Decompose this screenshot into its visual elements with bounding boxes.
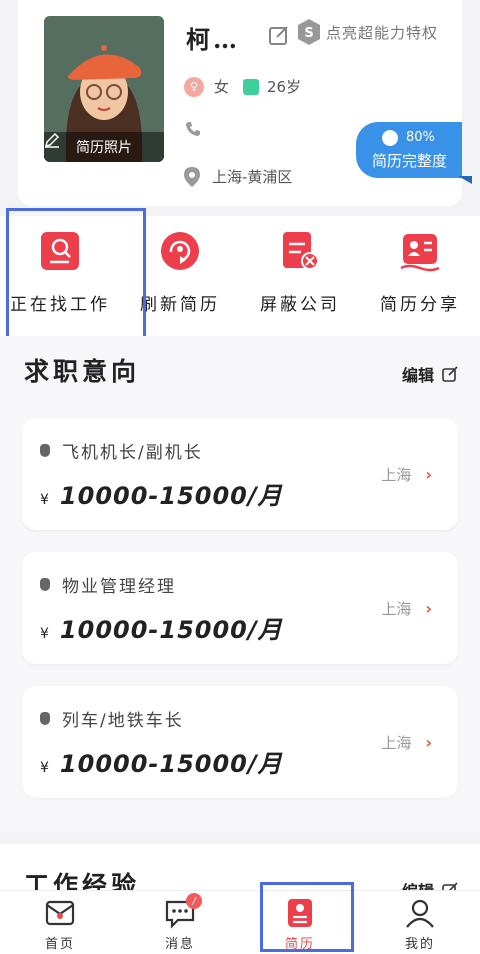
user-name: 柯… — [186, 25, 240, 54]
gender: 女 — [214, 78, 230, 96]
resume-completion-badge[interactable]: 80% 简历完整度 — [356, 122, 462, 178]
photo-label: 简历照片 — [44, 132, 164, 162]
bag-icon — [40, 444, 50, 457]
chevron-right-icon: › — [425, 733, 432, 752]
age: 26岁 — [267, 78, 302, 96]
s-shield-icon: S — [298, 19, 320, 45]
city-label: 上海 — [381, 600, 412, 618]
profile-icon — [404, 897, 436, 929]
edit-icon — [442, 366, 458, 382]
phone-icon — [186, 122, 200, 136]
badge-text: 点亮超能力特权 — [326, 23, 439, 42]
nav-messages[interactable]: / 消息 — [120, 893, 240, 952]
section-title: 求职意向 — [24, 357, 141, 386]
action-block-company[interactable]: 屏蔽公司 — [240, 230, 360, 315]
salary: ¥10000-15000/月 — [40, 744, 283, 779]
gender-icon: ♀ — [184, 76, 204, 97]
job-intent-card[interactable]: 飞机机长/副机长 ¥10000-15000/月 上海 › — [22, 418, 458, 530]
resume-photo[interactable]: 简历照片 — [44, 16, 164, 162]
location-row: 上海-黄浦区 — [184, 166, 292, 187]
job-title: 物业管理经理 — [62, 577, 176, 597]
job-title-row: 列车/地铁车长 — [40, 706, 184, 731]
currency: ¥ — [40, 760, 50, 776]
nav-profile[interactable]: 我的 — [360, 897, 480, 952]
bag-icon — [40, 578, 50, 591]
edit-intent-button[interactable]: 编辑 — [402, 362, 458, 386]
location-pin-icon — [184, 166, 200, 187]
job-title-row: 飞机机长/副机长 — [40, 438, 203, 463]
chevron-right-icon: › — [425, 599, 432, 618]
action-share-resume[interactable]: 简历分享 — [360, 230, 480, 315]
bag-icon — [40, 712, 50, 725]
svg-text:S: S — [304, 26, 313, 41]
salary: ¥10000-15000/月 — [40, 610, 283, 645]
highlight-box-resume-tab — [260, 882, 354, 952]
location: 上海-黄浦区 — [212, 168, 293, 186]
action-label: 屏蔽公司 — [260, 295, 340, 315]
refresh-icon — [159, 230, 201, 272]
salary-value: 10000-15000/月 — [59, 750, 283, 778]
city: 上海 › — [381, 464, 432, 485]
resume-page: 简历照片 柯… S 点亮超能力特权 ♀ 女 26岁 上海-黄浦区 80% 简历完… — [0, 0, 480, 954]
smile-icon — [382, 130, 398, 146]
job-intent-card[interactable]: 物业管理经理 ¥10000-15000/月 上海 › — [22, 552, 458, 664]
nav-label: 消息 — [164, 937, 195, 952]
pencil-icon — [44, 132, 60, 148]
bottom-nav: 首页 / 消息 简历 我的 — [0, 890, 480, 954]
salary-value: 10000-15000/月 — [59, 616, 283, 644]
completion-tail — [458, 176, 472, 184]
completion-percent: 80% — [406, 130, 435, 145]
salary-value: 10000-15000/月 — [59, 482, 283, 510]
nav-label: 我的 — [404, 937, 435, 952]
job-title: 列车/地铁车长 — [62, 711, 184, 731]
work-experience-section: 工作经验 编辑 — [0, 844, 480, 901]
phone-row[interactable] — [184, 120, 202, 138]
gender-age-row: ♀ 女 26岁 — [184, 76, 301, 97]
share-resume-icon — [399, 230, 441, 272]
home-icon — [44, 897, 76, 929]
job-intent-card[interactable]: 列车/地铁车长 ¥10000-15000/月 上海 › — [22, 686, 458, 798]
message-icon: / — [164, 893, 202, 929]
calendar-icon — [243, 78, 260, 95]
superpower-badge[interactable]: S 点亮超能力特权 — [296, 18, 438, 46]
city-label: 上海 — [381, 466, 412, 484]
salary: ¥10000-15000/月 — [40, 476, 283, 511]
nav-label: 首页 — [44, 937, 75, 952]
edit-label: 编辑 — [401, 366, 434, 385]
photo-label-text: 简历照片 — [76, 140, 132, 156]
job-title: 飞机机长/副机长 — [62, 443, 203, 463]
job-intent-section: 求职意向 编辑 飞机机长/副机长 ¥10000-15000/月 上海 › 物业管… — [0, 336, 480, 832]
nav-home[interactable]: 首页 — [0, 897, 120, 952]
completion-label: 简历完整度 — [372, 152, 448, 170]
currency: ¥ — [40, 492, 50, 508]
city-label: 上海 — [381, 734, 412, 752]
city: 上海 › — [381, 732, 432, 753]
job-title-row: 物业管理经理 — [40, 572, 176, 597]
notification-badge: / — [186, 893, 202, 909]
chevron-right-icon: › — [425, 465, 432, 484]
city: 上海 › — [381, 598, 432, 619]
currency: ¥ — [40, 626, 50, 642]
highlight-box-job-seeking — [6, 208, 146, 350]
edit-name-icon[interactable] — [268, 24, 290, 46]
block-company-icon — [279, 230, 321, 272]
action-label: 简历分享 — [380, 295, 460, 315]
